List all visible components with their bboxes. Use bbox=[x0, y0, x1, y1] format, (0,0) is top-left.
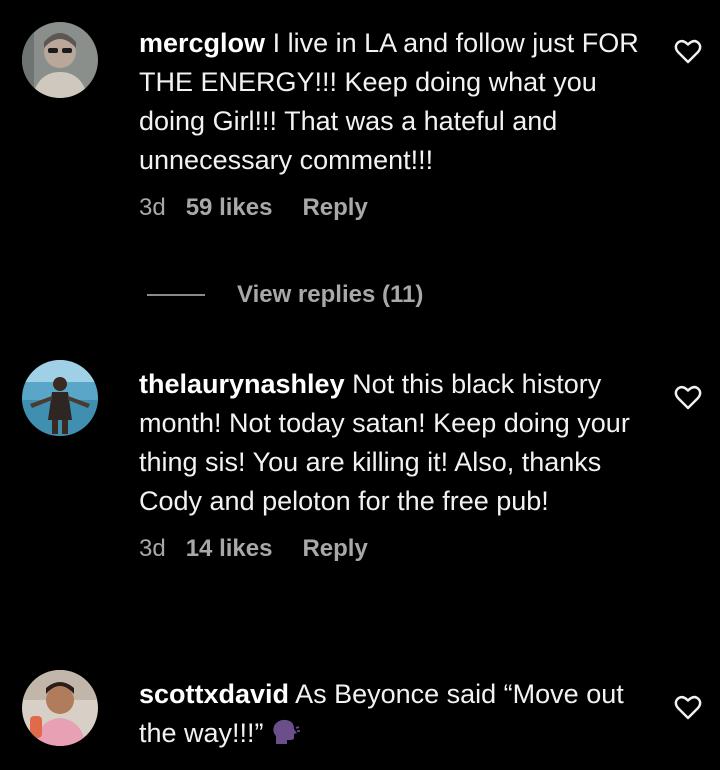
comment-likes[interactable]: 59 likes bbox=[186, 193, 273, 223]
avatar[interactable] bbox=[22, 670, 98, 746]
comment-username[interactable]: thelaurynashley bbox=[139, 369, 345, 399]
comment-age: 3d bbox=[139, 535, 166, 562]
comment-meta: 3d 14 likes Reply bbox=[139, 534, 659, 564]
comment-age: 3d bbox=[139, 194, 166, 221]
divider-line bbox=[147, 294, 205, 296]
comment-username[interactable]: mercglow bbox=[139, 28, 265, 58]
comment-likes[interactable]: 14 likes bbox=[186, 534, 273, 564]
view-replies-button[interactable]: View replies (11) bbox=[147, 281, 423, 309]
comment-body: scottxdavid As Beyonce said “Move out th… bbox=[139, 675, 659, 757]
avatar-image bbox=[22, 22, 98, 98]
comment-body: mercglow I live in LA and follow just FO… bbox=[139, 24, 659, 223]
reply-button[interactable]: Reply bbox=[302, 193, 367, 223]
avatar-image bbox=[22, 360, 98, 436]
avatar[interactable] bbox=[22, 360, 98, 436]
avatar-image bbox=[22, 670, 98, 746]
reply-button[interactable]: Reply bbox=[302, 534, 367, 564]
speaking-head-emoji bbox=[270, 718, 300, 757]
heart-outline-icon[interactable] bbox=[674, 384, 702, 410]
avatar[interactable] bbox=[22, 22, 98, 98]
comment-body: thelaurynashley Not this black history m… bbox=[139, 365, 659, 564]
view-replies-label: View replies (11) bbox=[237, 281, 424, 308]
comment-username[interactable]: scottxdavid bbox=[139, 679, 289, 709]
comment-meta: 3d 59 likes Reply bbox=[139, 193, 659, 223]
heart-outline-icon[interactable] bbox=[674, 694, 702, 720]
heart-outline-icon[interactable] bbox=[674, 38, 702, 64]
